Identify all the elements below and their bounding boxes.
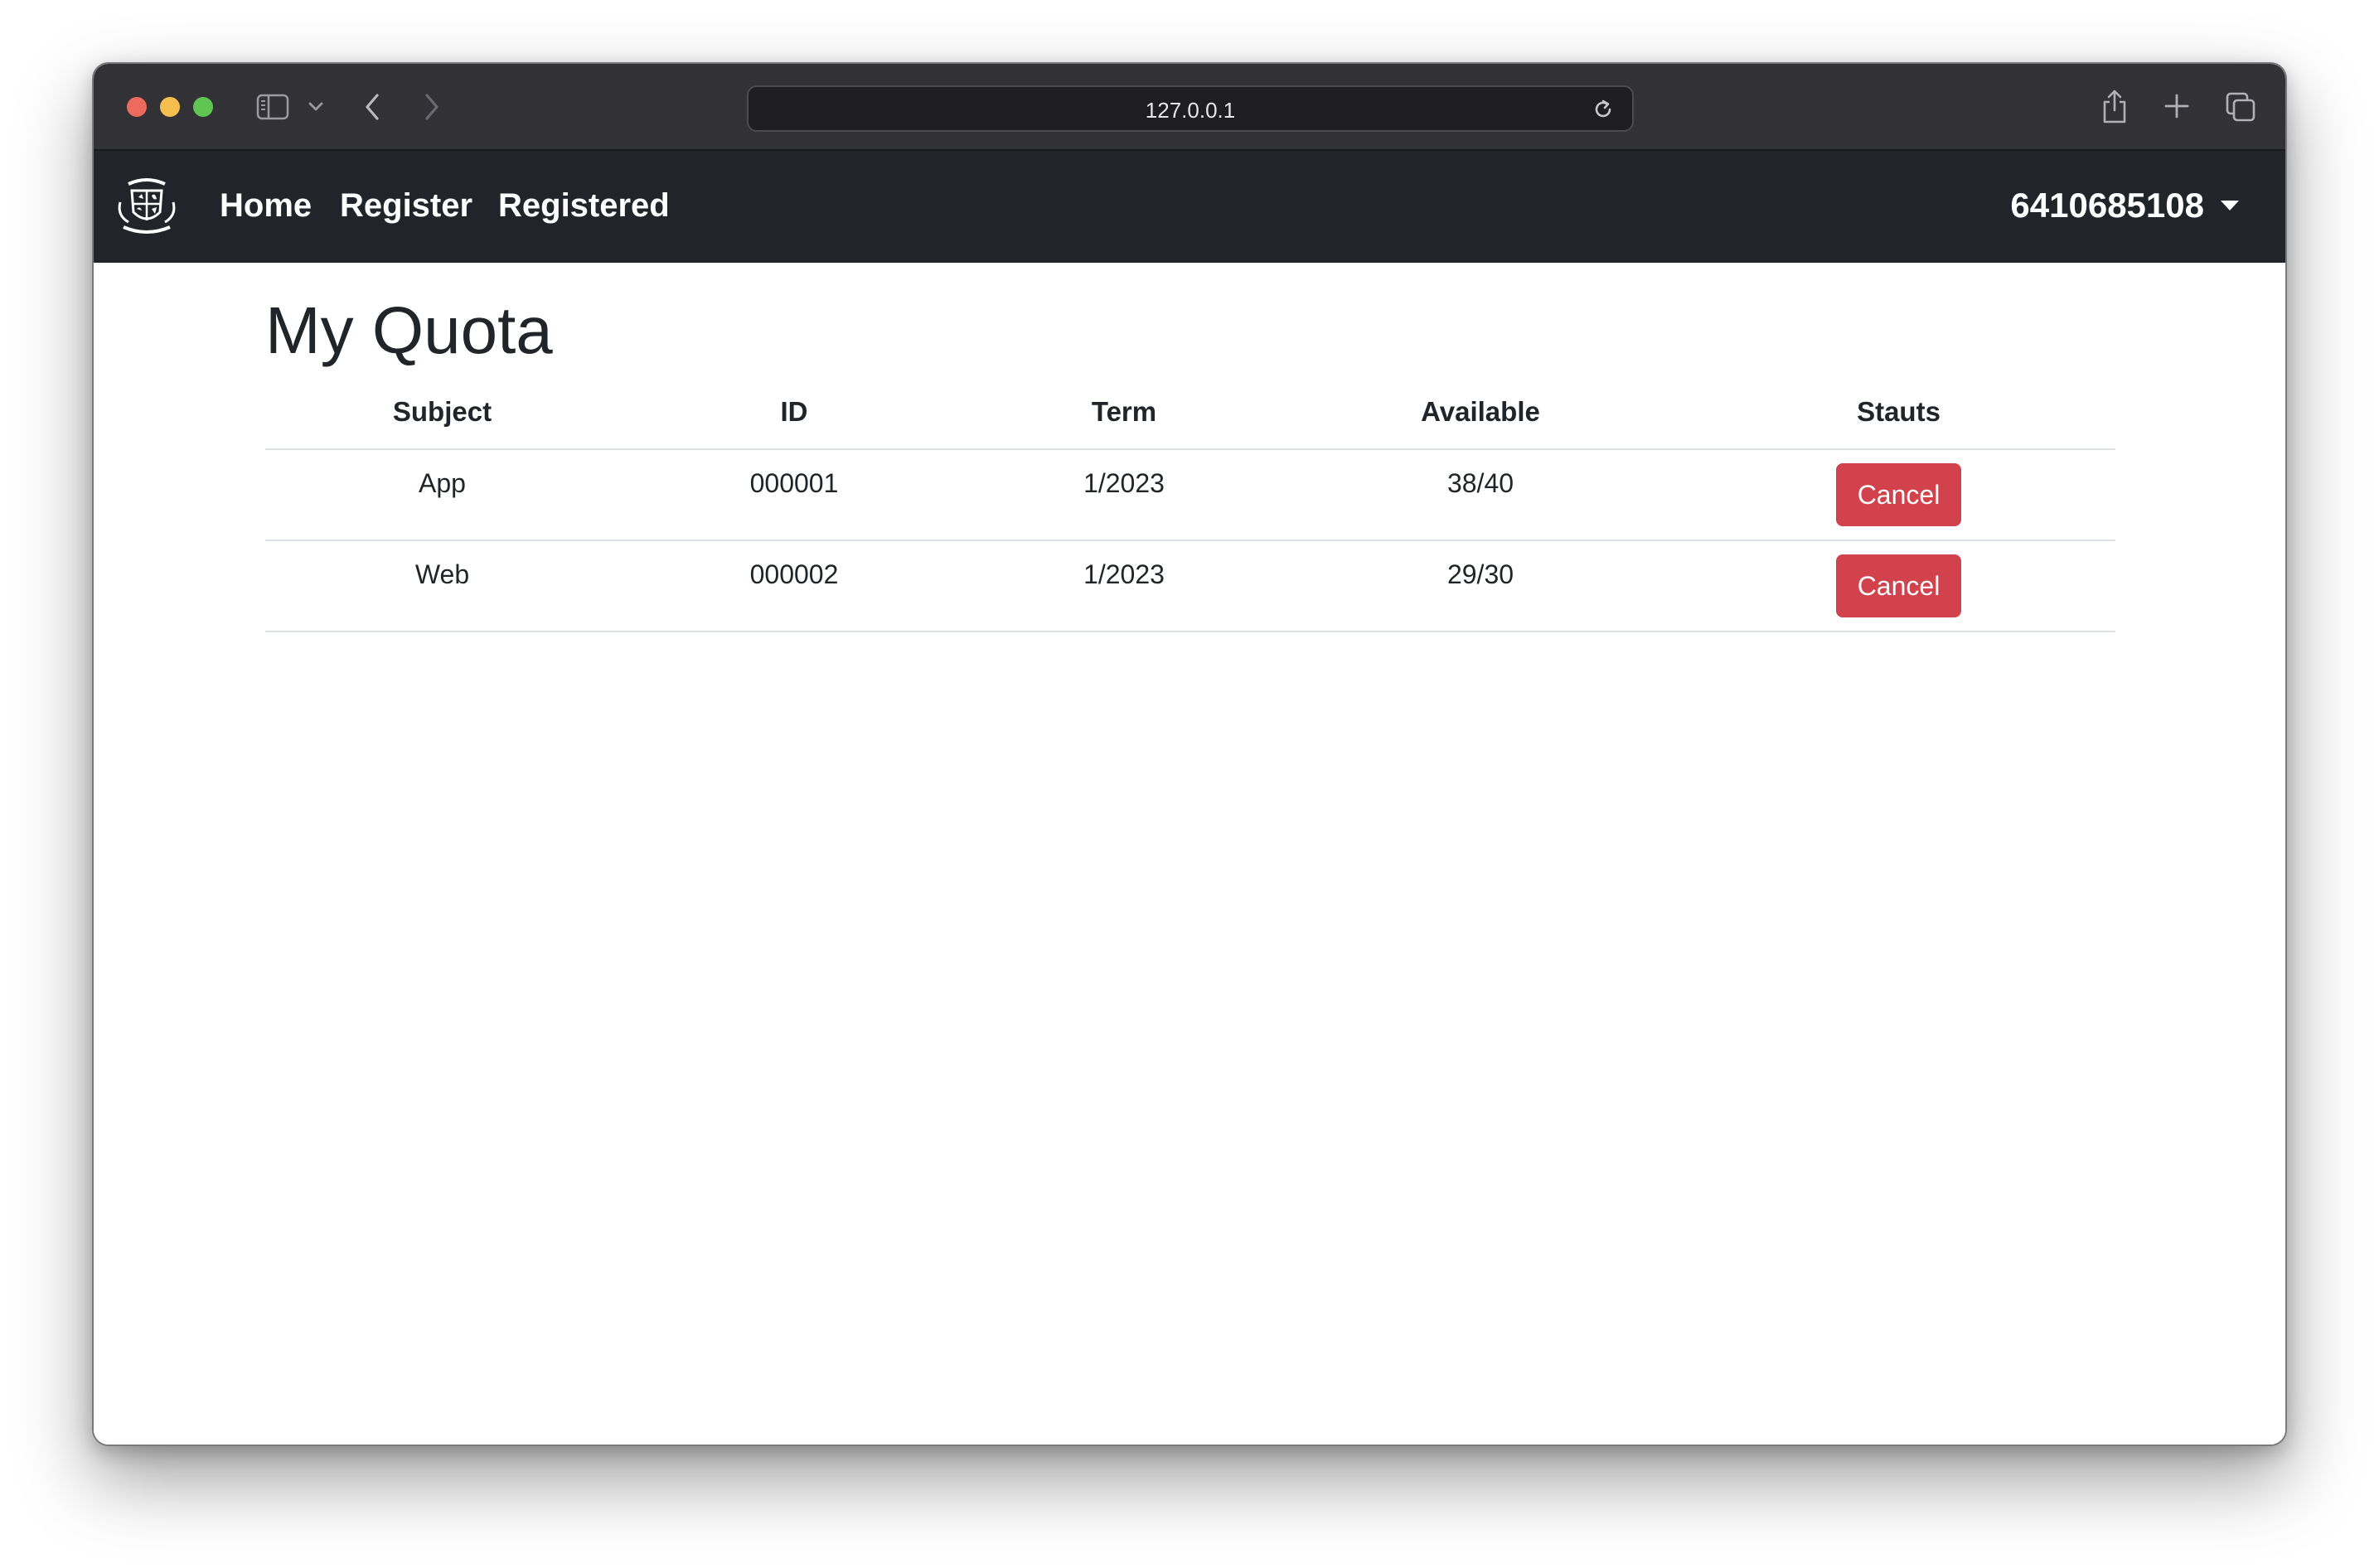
forward-icon[interactable] bbox=[422, 90, 442, 123]
status-cell: Cancel bbox=[1682, 449, 2115, 541]
available-cell: 29/30 bbox=[1279, 540, 1682, 632]
quota-table: Subject ID Term Available Stauts App 000… bbox=[265, 375, 2115, 632]
sidebar-toggle-icon[interactable] bbox=[256, 94, 289, 120]
column-header-status: Stauts bbox=[1682, 375, 2115, 450]
column-header-available: Available bbox=[1279, 375, 1682, 450]
chevron-down-icon[interactable] bbox=[308, 100, 324, 114]
address-bar[interactable]: 127.0.0.1 bbox=[747, 85, 1634, 132]
nav-register-link[interactable]: Register bbox=[340, 187, 472, 225]
share-icon[interactable] bbox=[2100, 87, 2129, 125]
site-navbar: Home Register Registered 6410685108 bbox=[94, 151, 2285, 263]
user-dropdown[interactable]: 6410685108 bbox=[2010, 186, 2239, 225]
tab-overview-icon[interactable] bbox=[2224, 90, 2257, 123]
hogwarts-crest-logo[interactable] bbox=[114, 174, 180, 242]
table-row: Web 000002 1/2023 29/30 Cancel bbox=[265, 540, 2115, 632]
browser-toolbar: 127.0.0.1 bbox=[94, 64, 2285, 151]
subject-cell: App bbox=[265, 449, 619, 541]
available-cell: 38/40 bbox=[1279, 449, 1682, 541]
term-cell: 1/2023 bbox=[969, 449, 1279, 541]
url-text: 127.0.0.1 bbox=[1145, 98, 1236, 123]
column-header-id: ID bbox=[619, 375, 969, 450]
subject-cell: Web bbox=[265, 540, 619, 632]
new-tab-icon[interactable] bbox=[2163, 92, 2191, 120]
user-id-label: 6410685108 bbox=[2010, 186, 2204, 225]
minimize-window-button[interactable] bbox=[160, 97, 180, 117]
desktop-background: 127.0.0.1 Home Register Registered 64106… bbox=[0, 0, 2379, 1568]
main-content: My Quota Subject ID Term Available Staut bbox=[94, 263, 2285, 1445]
id-cell: 000001 bbox=[619, 449, 969, 541]
reload-icon[interactable] bbox=[1591, 97, 1616, 122]
status-cell: Cancel bbox=[1682, 540, 2115, 632]
nav-home-link[interactable]: Home bbox=[220, 187, 312, 225]
table-header-row: Subject ID Term Available Stauts bbox=[265, 375, 2115, 450]
caret-down-icon bbox=[2221, 201, 2239, 211]
id-cell: 000002 bbox=[619, 540, 969, 632]
close-window-button[interactable] bbox=[127, 97, 147, 117]
page-title: My Quota bbox=[265, 293, 553, 367]
table-row: App 000001 1/2023 38/40 Cancel bbox=[265, 449, 2115, 541]
term-cell: 1/2023 bbox=[969, 540, 1279, 632]
cancel-button[interactable]: Cancel bbox=[1835, 554, 1962, 617]
column-header-subject: Subject bbox=[265, 375, 619, 450]
back-icon[interactable] bbox=[362, 90, 382, 123]
nav-registered-link[interactable]: Registered bbox=[498, 187, 670, 225]
browser-window: 127.0.0.1 Home Register Registered 64106… bbox=[92, 62, 2287, 1446]
column-header-term: Term bbox=[969, 375, 1279, 450]
zoom-window-button[interactable] bbox=[193, 97, 213, 117]
cancel-button[interactable]: Cancel bbox=[1835, 463, 1962, 526]
